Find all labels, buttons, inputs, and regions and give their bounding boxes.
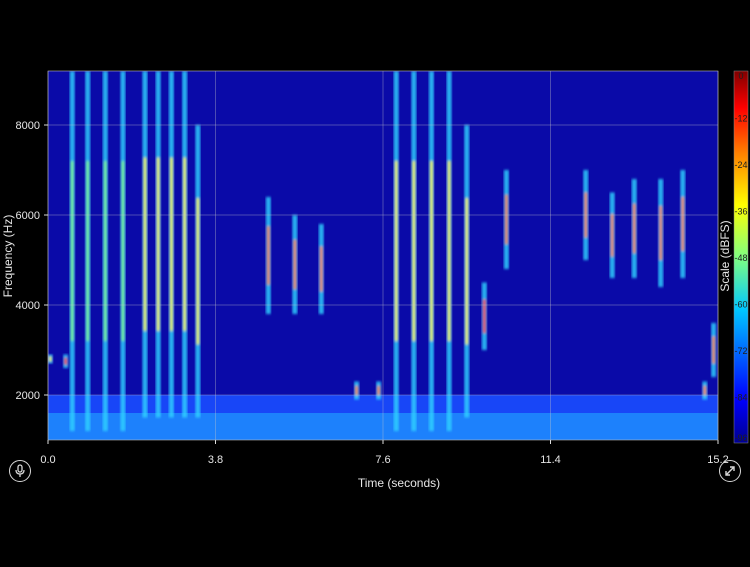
spectrogram-event xyxy=(702,381,708,400)
microphone-icon xyxy=(15,464,25,477)
colorbar-tick-label: -84 xyxy=(734,393,747,403)
spectrogram-event xyxy=(464,125,470,418)
x-tick-label: 11.4 xyxy=(540,454,561,466)
y-axis-label: Frequency (Hz) xyxy=(1,215,15,298)
spectrogram-event xyxy=(48,354,53,364)
y-tick-label: 8000 xyxy=(16,120,40,132)
colorbar-tick-label: -60 xyxy=(734,300,747,310)
y-tick-label: 6000 xyxy=(16,210,40,222)
microphone-button[interactable] xyxy=(9,460,31,482)
colorbar-tick-label: -12 xyxy=(734,114,747,124)
diagonal-expand-icon xyxy=(725,466,735,476)
spectrogram-event xyxy=(195,125,201,418)
spectrogram-event xyxy=(318,224,324,314)
spectrogram-event xyxy=(292,215,298,314)
spectrogram-event xyxy=(155,71,161,418)
spectrogram-event xyxy=(680,170,686,278)
y-tick-label: 4000 xyxy=(16,300,40,312)
x-tick-label: 0.0 xyxy=(40,454,55,466)
spectrogram-event xyxy=(711,323,717,377)
spectrogram-event xyxy=(609,192,615,278)
spectrogram-stage: 0.0 3.8 7.6 11.4 15.2 2000 4000 6000 8000 Freque… xyxy=(0,0,750,562)
colorbar-tick-label: -24 xyxy=(734,160,747,170)
y-tick-label: 2000 xyxy=(16,390,40,402)
colorbar-tick-label: -72 xyxy=(734,346,747,356)
x-tick-label: 7.6 xyxy=(375,454,390,466)
spectrogram-event xyxy=(63,354,69,368)
spectrogram-event xyxy=(376,381,382,400)
spectrogram-event xyxy=(631,179,637,278)
colorbar-tick-label: -96 xyxy=(734,433,747,443)
colorbar-tick-label: -48 xyxy=(734,253,747,263)
spectrogram-event xyxy=(142,71,148,418)
spectrogram-event xyxy=(265,197,271,314)
spectrogram-event xyxy=(503,170,509,269)
colorbar-tick-label: -36 xyxy=(734,207,747,217)
spectrogram-event xyxy=(354,381,360,400)
x-axis-label: Time (seconds) xyxy=(358,476,440,490)
spectrogram-event xyxy=(168,71,174,418)
spectrogram-event xyxy=(182,71,188,418)
x-tick-label: 3.8 xyxy=(208,454,223,466)
expand-button[interactable] xyxy=(719,460,741,482)
colorbar-tick-label: 0 xyxy=(738,71,743,81)
colorbar-label: Scale (dBFS) xyxy=(718,220,732,291)
spectrogram-event xyxy=(658,179,664,287)
spectrogram-chart[interactable]: 0.0 3.8 7.6 11.4 15.22000400060008000 Freque… xyxy=(0,0,750,562)
spectrogram-event xyxy=(481,282,487,350)
